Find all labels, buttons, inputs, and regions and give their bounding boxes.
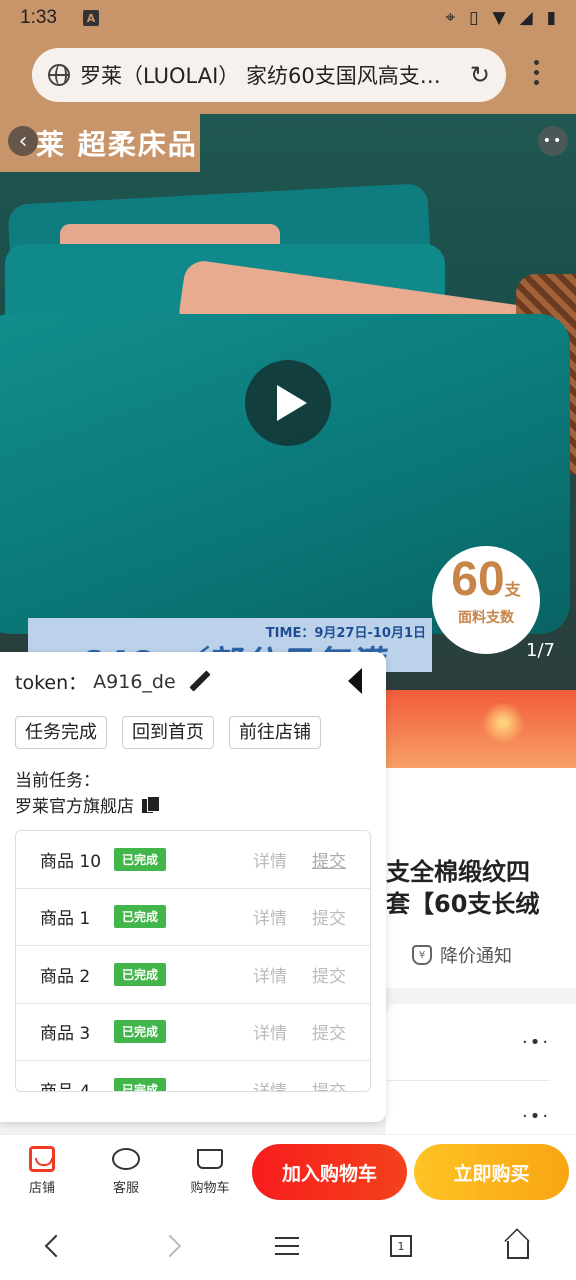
back-home-button[interactable]: 回到首页 [122, 716, 214, 749]
status-badge: 已完成 [114, 1077, 167, 1091]
wifi-icon: ▼ [492, 8, 506, 28]
token-value: A916_de [93, 670, 176, 693]
go-store-button[interactable]: 前往店铺 [229, 716, 321, 749]
collapse-panel-icon[interactable] [348, 668, 362, 694]
firework-icon [478, 698, 528, 748]
store-tab[interactable]: 店铺 [12, 1143, 72, 1196]
status-badge: 已完成 [114, 905, 167, 929]
signal-icon: ◢ [519, 8, 533, 28]
status-badge: 已完成 [114, 962, 167, 986]
status-badge: 已完成 [114, 847, 167, 871]
badge-label: 面料支数 [458, 610, 514, 626]
price-bell-icon: ¥ [412, 945, 432, 965]
current-task-value: 罗莱官方旗舰店 [15, 797, 134, 817]
more-vert-icon[interactable] [526, 60, 546, 85]
current-task-label: 当前任务： [15, 771, 100, 791]
badge-number: 60支 [451, 553, 521, 606]
price-notice-button[interactable]: ¥ 降价通知 [412, 942, 512, 968]
forward-nav-icon[interactable] [150, 1226, 190, 1266]
event-banner[interactable] [386, 690, 576, 768]
edit-icon[interactable] [188, 670, 212, 694]
submit-link[interactable]: 提交 [312, 1077, 346, 1091]
globe-icon [48, 64, 70, 86]
chat-icon [112, 1148, 140, 1170]
cart-tab[interactable]: 购物车 [180, 1143, 240, 1196]
more-icon[interactable]: •• [538, 126, 568, 156]
submit-link[interactable]: 提交 [312, 904, 346, 929]
task-complete-button[interactable]: 任务完成 [15, 716, 107, 749]
status-icons: ⌖ ▯ ▼ ◢ ▮ [446, 8, 556, 28]
submit-link[interactable]: 提交 [312, 1019, 346, 1044]
table-row: 商品 2 已完成 详情 提交 [16, 946, 370, 1004]
submit-link[interactable]: 提交 [312, 962, 346, 987]
browser-nav-bar: 1 [0, 1212, 576, 1280]
cart-icon [197, 1149, 223, 1169]
status-bar: 1:33 A ⌖ ▯ ▼ ◢ ▮ [0, 0, 576, 36]
copy-icon[interactable] [142, 795, 160, 814]
current-task: 罗莱官方旗舰店 [15, 792, 160, 817]
table-row: 商品 10 已完成 详情 提交 [16, 831, 370, 889]
table-row: 商品 1 已完成 详情 提交 [16, 889, 370, 946]
vibrate-icon: ▯ [469, 8, 479, 28]
bottom-action-bar: 店铺 客服 购物车 加入购物车 立即购买 [0, 1134, 576, 1212]
image-counter: 1/7 [526, 640, 555, 661]
product-name: 商品 10 [40, 851, 102, 872]
submit-link[interactable]: 提交 [312, 847, 346, 872]
location-icon: ⌖ [445, 8, 456, 28]
product-title: 支全棉缎纹四 套【60支长绒 [386, 858, 540, 918]
detail-link[interactable]: 详情 [253, 1077, 287, 1091]
tabs-icon[interactable]: 1 [381, 1226, 421, 1266]
table-row: 商品 4 已完成 详情 提交 [16, 1061, 370, 1092]
product-name: 商品 1 [40, 909, 91, 930]
thread-count-badge: 60支 面料支数 [432, 546, 540, 654]
home-icon[interactable] [498, 1226, 538, 1266]
battery-icon: ▮ [546, 8, 556, 28]
table-row: 商品 3 已完成 详情 提交 [16, 1004, 370, 1061]
store-icon [29, 1146, 55, 1172]
status-time: 1:33 [20, 7, 57, 28]
task-table: 商品 10 已完成 详情 提交 商品 1 已完成 详情 提交 商品 2 已完成 … [15, 830, 371, 1092]
detail-link[interactable]: 详情 [253, 962, 287, 987]
back-icon[interactable]: ‹ [8, 126, 38, 156]
options-card: ·•· ·•· [386, 1004, 576, 1134]
product-name: 商品 3 [40, 1024, 91, 1045]
more-dots-icon[interactable]: ·•· [522, 1106, 552, 1127]
browser-toolbar: 罗莱（LUOLAI） 家纺60支国风高支… ↻ [0, 36, 576, 114]
add-to-cart-button[interactable]: 加入购物车 [252, 1144, 407, 1200]
address-bar[interactable]: 罗莱（LUOLAI） 家纺60支国风高支… ↻ [32, 48, 506, 102]
product-name: 商品 4 [40, 1081, 91, 1092]
detail-link[interactable]: 详情 [253, 1019, 287, 1044]
notification-icon: A [82, 10, 99, 26]
back-nav-icon[interactable] [36, 1226, 76, 1266]
token-row: token： A916_de [15, 668, 212, 695]
status-badge: 已完成 [114, 1020, 167, 1044]
product-hero-image[interactable]: 莱 超柔床品 ‹ •• TIME：9月27日-10月1日 648 ／部分日每满3… [0, 114, 576, 690]
play-icon[interactable] [245, 360, 331, 446]
service-tab[interactable]: 客服 [96, 1143, 156, 1196]
reload-icon[interactable]: ↻ [470, 61, 490, 89]
panel-actions: 任务完成 回到首页 前往店铺 [15, 716, 321, 749]
more-dots-icon[interactable]: ·•· [522, 1032, 552, 1053]
buy-now-button[interactable]: 立即购买 [414, 1144, 569, 1200]
detail-link[interactable]: 详情 [253, 847, 287, 872]
url-title[interactable]: 罗莱（LUOLAI） 家纺60支国风高支… [80, 60, 454, 90]
product-name: 商品 2 [40, 966, 91, 987]
task-panel: token： A916_de 任务完成 回到首页 前往店铺 当前任务： 罗莱官方… [0, 652, 386, 1122]
menu-icon[interactable] [267, 1226, 307, 1266]
detail-link[interactable]: 详情 [253, 904, 287, 929]
